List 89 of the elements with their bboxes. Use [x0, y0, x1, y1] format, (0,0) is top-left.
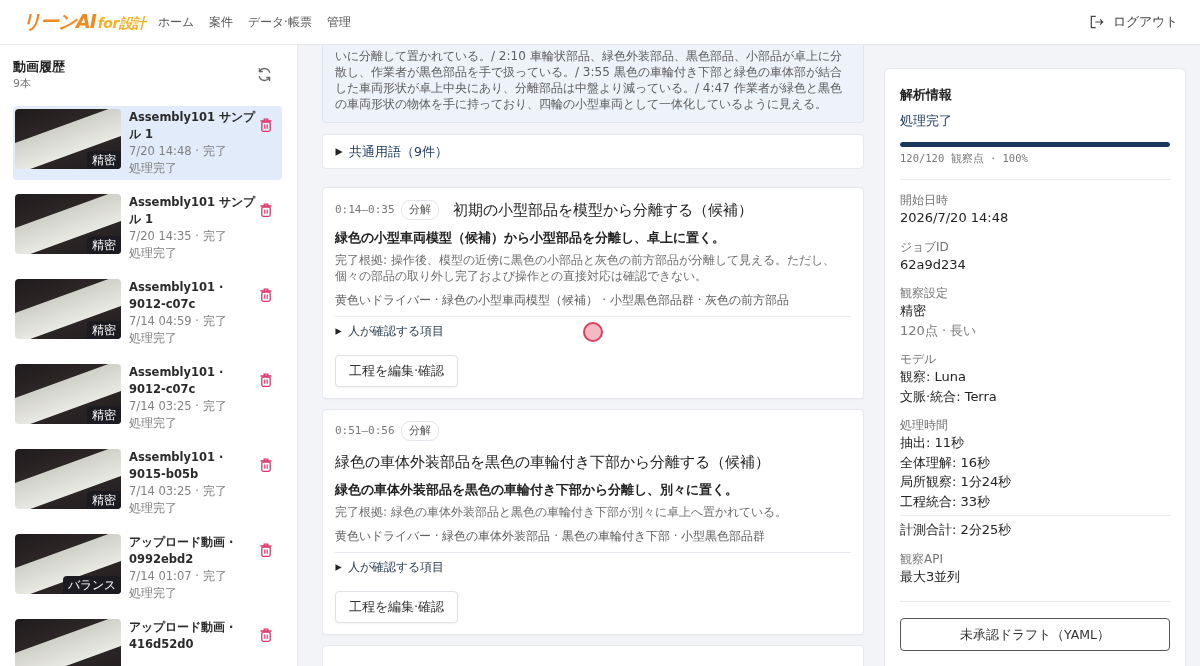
- step-time: 0:51–0:56: [335, 423, 395, 439]
- info-title: 解析情報: [900, 86, 953, 104]
- field-value: 最大3並列: [900, 567, 962, 586]
- video-item[interactable]: アップロード動画 · 416d52d0: [13, 616, 282, 666]
- video-status: 処理完了: [129, 330, 178, 347]
- video-title: Assembly101 サンプル 1: [129, 194, 256, 228]
- trash-icon[interactable]: [260, 543, 272, 557]
- step-tools: 黄色いドライバー · 緑色の車体外装部品 · 黒色の車輪付き下部 · 小型黒色部品群: [335, 528, 767, 544]
- video-status: 処理完了: [129, 245, 178, 262]
- step-evidence: 完了根拠: 緑色の車体外装部品と黒色の車輪付き下部が別々に卓上へ置かれている。: [335, 504, 788, 520]
- video-time: 7/20 14:48 · 完了: [129, 143, 228, 160]
- video-title: Assembly101 · 9012-c07c: [129, 279, 225, 313]
- video-status: 処理完了: [129, 160, 178, 177]
- trash-icon[interactable]: [260, 628, 272, 642]
- field-value: 文脈·統合: Terra: [900, 387, 998, 406]
- video-time: 7/14 04:59 · 完了: [129, 313, 228, 330]
- trash-icon[interactable]: [260, 118, 272, 132]
- video-item[interactable]: 精密 Assembly101 · 9012-c07c 7/14 03:25 · 完了 処理完了: [13, 361, 282, 435]
- video-item[interactable]: 精密 Assembly101 · 9015-b05b 7/14 03:25 · 完了 処理完了: [13, 446, 282, 520]
- nav-link[interactable]: 案件: [208, 13, 233, 31]
- field-label: 観察設定: [900, 285, 949, 301]
- video-time: 7/20 14:35 · 完了: [129, 228, 228, 245]
- trash-icon[interactable]: [260, 458, 272, 472]
- field-label: モデル: [900, 351, 937, 367]
- video-item[interactable]: バランス アップロード動画 · 0992ebd2 7/14 01:07 · 完了 処理完了: [13, 531, 282, 605]
- nav-link[interactable]: 管理: [326, 13, 351, 31]
- video-item[interactable]: 精密 Assembly101 サンプル 1 7/20 14:48 · 完了 処理完了: [13, 106, 282, 180]
- glossary-toggle[interactable]: 共通用語（9件）: [322, 134, 864, 169]
- quality-badge: 精密: [87, 406, 121, 424]
- sidebar-title: 動画履歴: [13, 58, 65, 76]
- step-tools: 黄色いドライバー · 緑色の小型車両模型（候補） · 小型黒色部品群 · 灰色の前方部品: [335, 292, 791, 308]
- video-time: 7/14 03:25 · 完了: [129, 398, 228, 415]
- field-note: 120点 · 長い: [900, 321, 978, 340]
- step-action: 緑色の小型車両模型（候補）から小型部品を分離し、卓上に置く。: [335, 229, 726, 247]
- field-value: 観察: Luna: [900, 368, 967, 386]
- total-value: 計測合計: 2分25秒: [900, 521, 1013, 539]
- edit-step-button[interactable]: 工程を編集·確認: [335, 591, 459, 623]
- edit-step-button[interactable]: 工程を編集·確認: [335, 355, 459, 387]
- app-logo: リーンAIfor設計: [22, 9, 146, 34]
- video-time: 7/14 03:25 · 完了: [129, 483, 228, 500]
- step-time: 0:14–0:35: [335, 202, 395, 218]
- video-title: アップロード動画 · 416d52d0: [129, 619, 235, 653]
- video-title: アップロード動画 · 0992ebd2: [129, 534, 235, 568]
- video-title: Assembly101 · 9015-b05b: [129, 449, 225, 483]
- quality-badge: バランス: [63, 576, 121, 594]
- field-label: 開始日時: [900, 192, 949, 208]
- progress-caption: 120/120 観察点 · 100%: [900, 151, 1029, 166]
- quality-badge: 精密: [87, 491, 121, 509]
- step-title: 初期の小型部品を模型から分離する（候補）: [452, 200, 753, 221]
- video-status: 処理完了: [129, 500, 178, 517]
- quality-badge: 精密: [87, 321, 121, 339]
- step-title: 緑色の車体外装部品を黒色の車輪付き下部から分離する（候補）: [335, 452, 770, 473]
- quality-badge: 精密: [87, 151, 121, 169]
- field-value: 精密: [900, 302, 927, 320]
- logout-button[interactable]: ログアウト: [1090, 13, 1178, 31]
- field-value: 抽出: 11秒: [900, 434, 966, 452]
- video-item[interactable]: 精密 Assembly101 · 9012-c07c 7/14 04:59 · 完了 処理完了: [13, 276, 282, 350]
- step-action: 緑色の車体外装部品を黒色の車輪付き下部から分離し、別々に置く。: [335, 481, 739, 499]
- video-status: 処理完了: [129, 585, 178, 602]
- trash-icon[interactable]: [260, 203, 272, 217]
- summary-text: いに分離して置かれている。/ 2:10 車輪状部品、緑色外装部品、黒色部品、小部品が卓上に分散し、作業者が黒色部品を手で扱っている。/ 3:55 黒色の車輪付き下部と緑色の車体部が結合した車両形状が卓上中央にあり、分離部品は中盤より減っている。/ 4:47 作業者が緑色と黒色の車両形状の物体を手に持っており、四輪の小型車両として一体化しているように見える。: [322, 45, 864, 123]
- draft-yaml-button[interactable]: 未承認ドラフト（YAML）: [900, 618, 1170, 651]
- step-type-tag: 分解: [400, 421, 439, 441]
- quality-badge: 精密: [87, 236, 121, 254]
- step-type-tag: 分解: [400, 200, 439, 220]
- field-value: 全体理解: 16秒: [900, 453, 992, 472]
- step-evidence: 完了根拠: 操作後、模型の近傍に黒色の小部品と灰色の前方部品が分離して見える。ただし、個々の部品の取り外し完了および操作との直接対応は確認できない。: [335, 252, 836, 284]
- trash-icon[interactable]: [260, 288, 272, 302]
- field-value: 62a9d234: [900, 255, 967, 274]
- field-value: 局所観察: 1分24秒: [900, 473, 1013, 491]
- video-item[interactable]: 精密 Assembly101 サンプル 1 7/20 14:35 · 完了 処理完了: [13, 191, 282, 265]
- video-title: Assembly101 サンプル 1: [129, 109, 256, 143]
- trash-icon[interactable]: [260, 373, 272, 387]
- video-status: 処理完了: [129, 415, 178, 432]
- nav-link[interactable]: ホーム: [157, 13, 194, 31]
- field-label: 処理時間: [900, 417, 949, 433]
- video-title: Assembly101 · 9012-c07c: [129, 364, 225, 398]
- review-toggle[interactable]: 人が確認する項目: [335, 323, 444, 339]
- field-value: 工程統合: 33秒: [900, 492, 992, 511]
- refresh-icon[interactable]: [257, 67, 272, 82]
- nav-link[interactable]: データ·帳票: [247, 13, 312, 31]
- field-value: 2026/7/20 14:48: [900, 209, 1010, 227]
- review-toggle[interactable]: 人が確認する項目: [335, 559, 444, 575]
- status-text: 処理完了: [900, 112, 953, 130]
- video-time: 7/14 01:07 · 完了: [129, 568, 228, 585]
- video-count: 9本: [13, 76, 32, 92]
- field-label: 観察API: [900, 550, 944, 567]
- logout-icon: [1090, 15, 1104, 29]
- field-label: ジョブID: [900, 238, 950, 255]
